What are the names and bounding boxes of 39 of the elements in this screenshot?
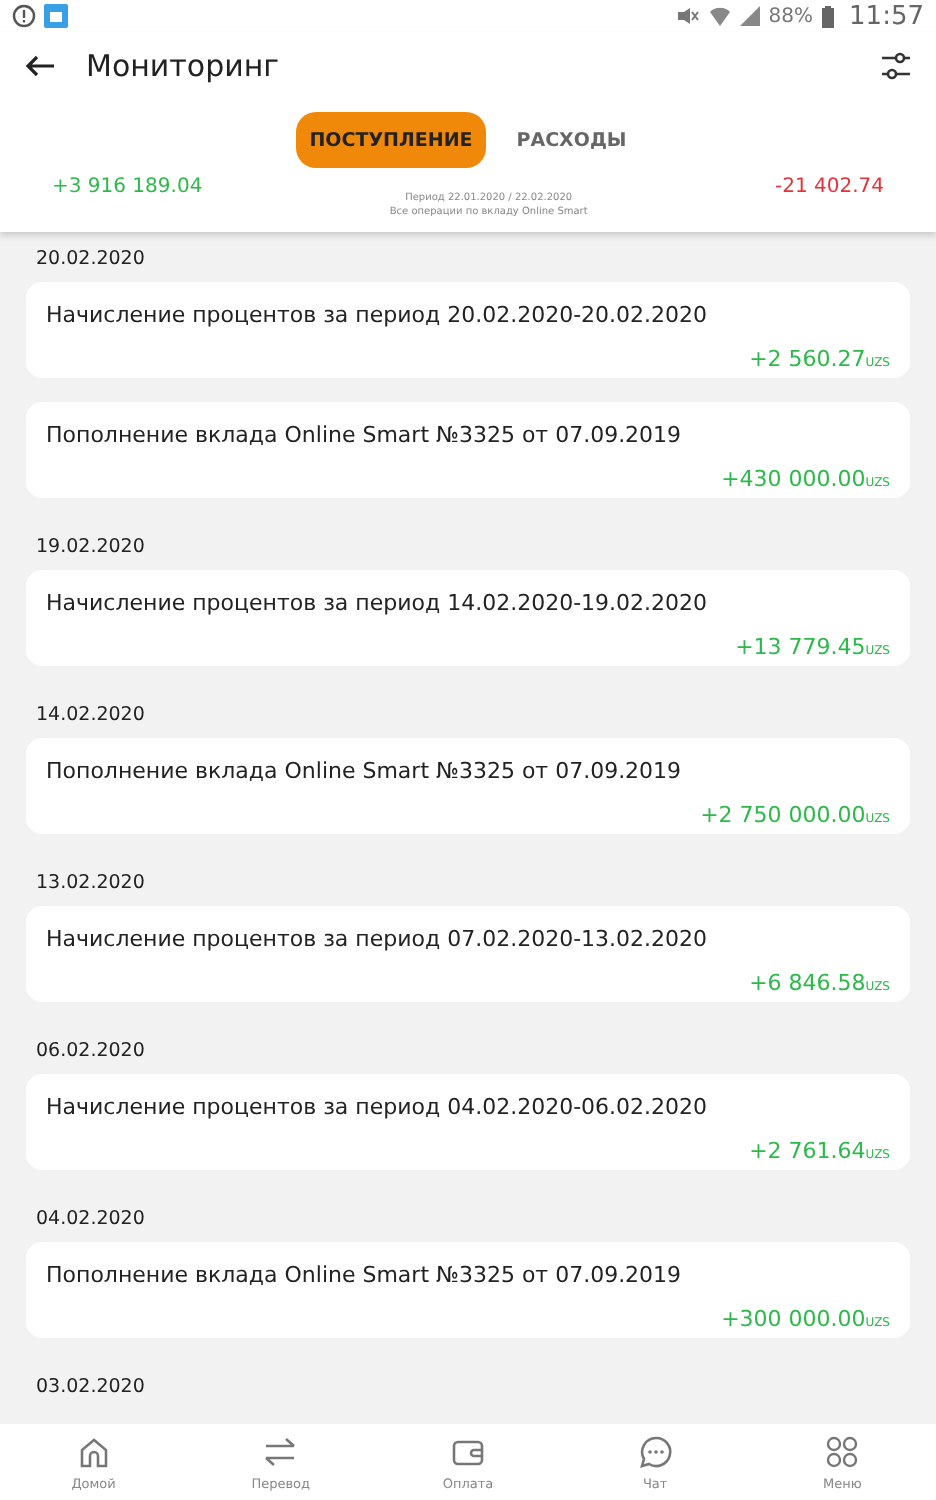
- amount: +2 750 000.00: [700, 802, 866, 828]
- date-heading: 14.02.2020: [34, 702, 147, 730]
- battery-percent: 88%: [768, 5, 814, 27]
- expense-total: -21 402.74: [774, 176, 884, 198]
- back-icon[interactable]: [24, 54, 56, 78]
- transaction-title: Начисление процентов за период 07.02.2020-13.02.2020: [46, 926, 710, 952]
- filter-icon[interactable]: [880, 50, 912, 82]
- date-heading: 19.02.2020: [34, 534, 147, 562]
- page-title: Мониторинг: [86, 48, 282, 84]
- tab[interactable]: РАСХОДЫ: [502, 112, 641, 168]
- arrows-icon: [262, 1433, 299, 1469]
- battery-icon: [821, 5, 834, 27]
- date-heading: 06.02.2020: [34, 1038, 147, 1066]
- amount: +13 779.45: [735, 634, 866, 660]
- tab[interactable]: ПОСТУПЛЕНИЕ: [295, 112, 487, 168]
- date-heading: 20.02.2020: [34, 246, 147, 274]
- transaction-title: Пополнение вклада Online Smart №3325 от 07.09.2019: [46, 758, 684, 784]
- mute-icon: [676, 6, 701, 26]
- home-icon: [75, 1433, 112, 1469]
- date-heading: 13.02.2020: [34, 870, 147, 898]
- date-heading: 04.02.2020: [34, 1206, 147, 1234]
- income-total: +3 916 189.04: [52, 176, 203, 198]
- chat-icon: [637, 1433, 674, 1469]
- alert-icon: [12, 4, 36, 28]
- amount: +2 560.27: [749, 346, 866, 372]
- date-heading: 03.02.2020: [34, 1374, 147, 1402]
- transaction-title: Начисление процентов за период 04.02.2020-06.02.2020: [46, 1094, 710, 1120]
- amount: +300 000.00: [721, 1306, 866, 1332]
- grid-icon: [824, 1433, 861, 1469]
- transaction-title: Пополнение вклада Online Smart №3325 от 07.09.2019: [46, 422, 684, 448]
- signal-icon: [740, 6, 761, 26]
- transaction-title: Пополнение вклада Online Smart №3325 от 07.09.2019: [46, 1262, 684, 1288]
- wifi-icon: [708, 6, 733, 26]
- transaction-title: Начисление процентов за период 14.02.2020-19.02.2020: [46, 590, 710, 616]
- transaction-title: Начисление процентов за период 20.02.2020-20.02.2020: [46, 302, 710, 328]
- amount: +6 846.58: [749, 970, 866, 996]
- clock: 11:57: [849, 1, 924, 31]
- amount: +2 761.64: [749, 1138, 866, 1164]
- amount: +430 000.00: [721, 466, 866, 492]
